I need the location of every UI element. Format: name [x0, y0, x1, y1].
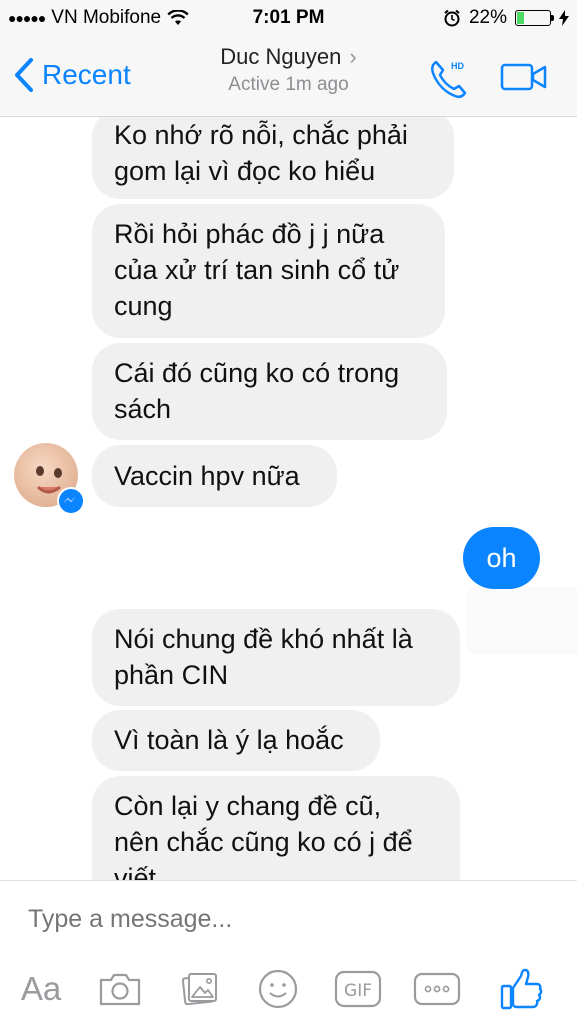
battery-percent: 22%	[468, 7, 507, 28]
active-status: Active 1m ago	[228, 74, 349, 95]
status-right: 22%	[443, 7, 569, 29]
more-options-button[interactable]	[412, 961, 462, 1017]
message-bubble[interactable]: Nói chung đề khó nhất là phần CIN	[92, 609, 460, 706]
message-line: phần CIN	[114, 660, 229, 690]
status-bar: ●●●●● VN Mobifone 7:01 PM 22%	[0, 0, 577, 36]
message-bubble[interactable]: Vì toàn là ý lạ hoắc	[92, 710, 380, 771]
message-bubble[interactable]: Rồi hỏi phác đồ j j nữa của xử trí tan s…	[92, 204, 445, 338]
message-line: Còn lại y chang đề cũ,	[114, 791, 382, 821]
video-call-button[interactable]	[500, 62, 548, 92]
message-line: Vaccin hpv nữa	[114, 461, 300, 491]
camera-button[interactable]	[96, 961, 144, 1017]
alarm-icon	[444, 9, 460, 27]
contact-header[interactable]: Duc Nguyen › Active 1m ago	[0, 44, 577, 96]
message-bubble[interactable]: Cái đó cũng ko có trong sách	[92, 343, 447, 440]
charging-bolt-icon	[559, 10, 569, 26]
message-line: viết	[114, 863, 157, 880]
message-line: oh	[486, 543, 517, 573]
message-line: cung	[114, 291, 173, 321]
text-format-button[interactable]: Aa	[16, 961, 66, 1017]
message-bubble[interactable]: Vaccin hpv nữa	[92, 445, 337, 507]
svg-text:GIF: GIF	[344, 981, 372, 1001]
messenger-badge-icon	[57, 487, 85, 515]
gif-icon: GIF	[334, 970, 382, 1008]
hd-label-icon: HD	[451, 61, 464, 71]
message-line: Vì toàn là ý lạ hoắc	[114, 725, 344, 755]
chevron-right-icon: ›	[349, 44, 357, 69]
message-thread[interactable]: Ko nhớ rõ nỗi, chắc phải gom lại vì đọc …	[0, 117, 577, 880]
message-line: Cái đó cũng ko có trong	[114, 358, 400, 388]
composer-toolbar: Aa GIF	[0, 961, 577, 1017]
message-line: Ko nhớ rõ nỗi, chắc phải	[114, 120, 408, 150]
message-line: của xử trí tan sinh cổ tử	[114, 255, 400, 285]
message-line: nên chắc cũng ko có j để	[114, 827, 413, 857]
faded-attachment-placeholder	[466, 587, 577, 655]
hd-call-button[interactable]: HD	[428, 56, 472, 100]
battery-icon	[515, 10, 554, 26]
like-button[interactable]	[496, 961, 546, 1017]
camera-icon	[99, 973, 141, 1006]
message-line: sách	[114, 394, 172, 424]
contact-name: Duc Nguyen	[220, 44, 342, 69]
gif-button[interactable]: GIF	[332, 961, 384, 1017]
more-icon	[413, 972, 461, 1006]
contact-name-row: Duc Nguyen ›	[0, 44, 577, 70]
message-line: Nói chung đề khó nhất là	[114, 624, 413, 654]
like-icon	[500, 968, 543, 1010]
message-line: Rồi hỏi phác đồ j j nữa	[114, 219, 385, 249]
emoji-button[interactable]	[254, 961, 302, 1017]
message-bubble[interactable]: Còn lại y chang đề cũ, nên chắc cũng ko …	[92, 776, 460, 880]
message-bubble[interactable]: Ko nhớ rõ nỗi, chắc phải gom lại vì đọc …	[92, 117, 454, 199]
message-line: gom lại vì đọc ko hiểu	[114, 156, 376, 186]
conversation-header: Recent Duc Nguyen › Active 1m ago HD	[0, 36, 577, 117]
message-input[interactable]	[28, 901, 548, 937]
sent-message-bubble[interactable]: oh	[463, 527, 540, 589]
photo-icon	[181, 973, 217, 1006]
message-composer: Aa GIF	[0, 880, 577, 1025]
battery-fill	[517, 12, 524, 24]
photo-button[interactable]	[176, 961, 224, 1017]
emoji-icon	[258, 969, 298, 1009]
